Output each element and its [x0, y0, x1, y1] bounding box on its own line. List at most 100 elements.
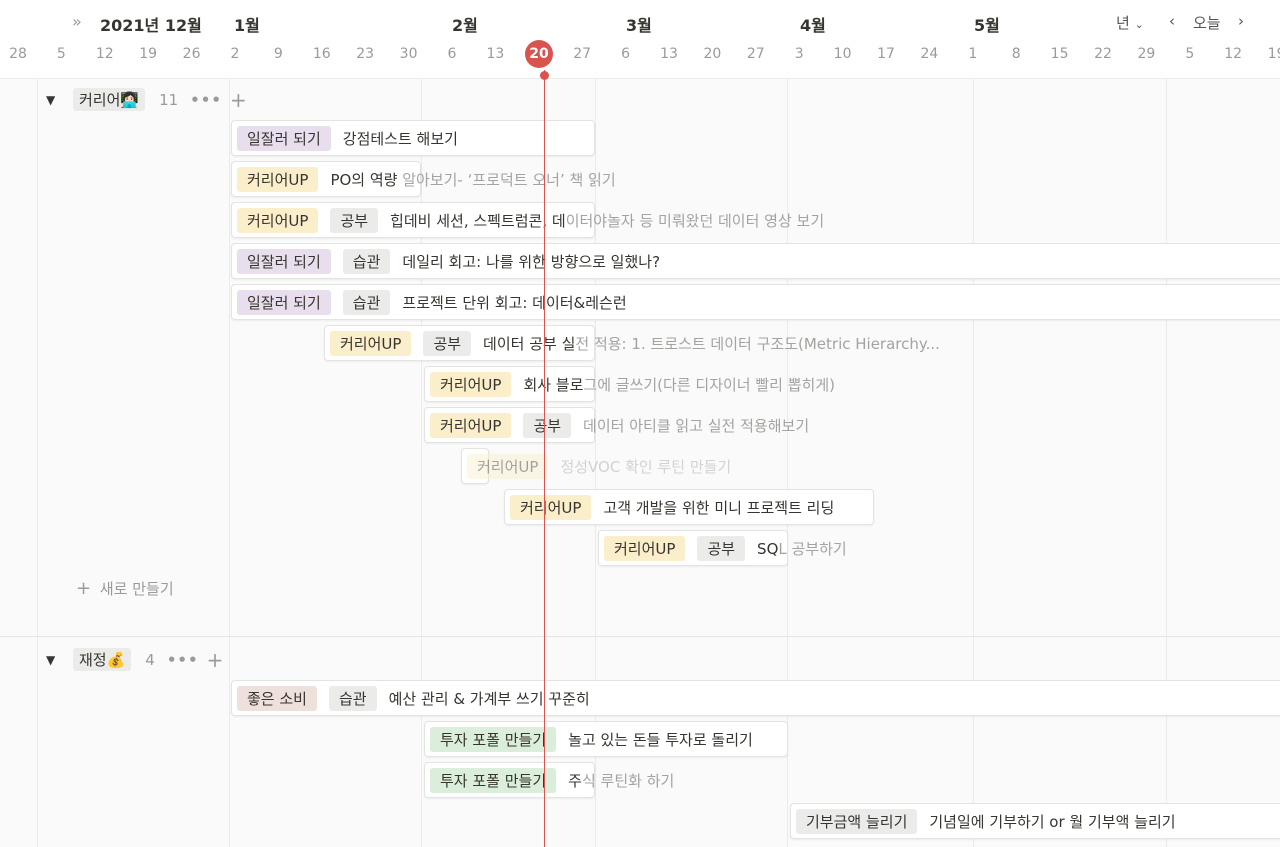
item-title: 예산 관리 & 가계부 쓰기 꾸준히 — [388, 689, 590, 708]
item-title: 기념일에 기부하기 or 월 기부액 늘리기 — [929, 812, 1176, 831]
day-label: 9 — [273, 46, 283, 62]
today-dot — [540, 71, 549, 80]
view-select[interactable]: 년 ⌄ — [1116, 12, 1144, 33]
item-title: 데이터 공부 실전 적용: 1. 트로스트 데이터 구조도(Metric Hie… — [483, 334, 940, 353]
day-label: 5 — [1185, 46, 1195, 62]
item-title: 놀고 있는 돈들 투자로 돌리기 — [568, 730, 753, 749]
timeline-item[interactable]: 기부금액 늘리기 기념일에 기부하기 or 월 기부액 늘리기 — [790, 803, 1280, 839]
chevron-left-icon[interactable]: ‹ — [1169, 12, 1175, 30]
item-title: 주식 루틴화 하기 — [568, 771, 675, 790]
day-label: 3 — [794, 46, 804, 62]
day-label: 30 — [399, 46, 418, 62]
item-title: 힙데비 세션, 스펙트럼콘, 데이터야놀자 등 미뤄왔던 데이터 영상 보기 — [390, 211, 825, 230]
timeline-item[interactable]: 투자 포폴 만들기 놀고 있는 돈들 투자로 돌리기 — [424, 721, 788, 757]
group-header-finance: ▼ 재정💰 4 ••• + — [46, 648, 223, 671]
day-label: 10 — [833, 46, 852, 62]
day-label: 6 — [447, 46, 457, 62]
item-title: SQL 공부하기 — [757, 539, 847, 558]
day-label: 29 — [1137, 46, 1156, 62]
item-title-overflow: 데이터 아티클 읽고 실전 적용해보기 — [583, 416, 810, 435]
day-label: 26 — [182, 46, 201, 62]
more-icon[interactable]: ••• — [167, 651, 199, 669]
month-label: 2021년 12월 — [100, 16, 202, 35]
item-tag: 커리어UP — [237, 166, 319, 192]
month-label: 3월 — [626, 16, 652, 35]
grid-line — [229, 78, 230, 847]
day-label: 17 — [877, 46, 895, 62]
day-label: 15 — [1050, 46, 1069, 62]
timeline-item[interactable]: 커리어UP 공부 데이터 공부 실전 적용: 1. 트로스트 데이터 구조도(Met… — [324, 325, 940, 361]
day-label: 27 — [573, 46, 592, 62]
timeline-item[interactable]: 일잘러 되기 습관 프로젝트 단위 회고: 데이터&레슨런 — [231, 284, 1280, 320]
item-tag: 커리어UP — [430, 412, 512, 438]
group-name: 재정💰 — [73, 648, 132, 671]
item-tag: 커리어UP — [467, 453, 549, 479]
month-label: 1월 — [234, 16, 260, 35]
item-tag: 투자 포폴 만들기 — [430, 726, 557, 752]
day-label: 5 — [56, 46, 66, 62]
day-label: 1 — [968, 46, 978, 62]
item-tag: 일잘러 되기 — [237, 125, 331, 151]
timeline-item[interactable]: 일잘러 되기 강점테스트 해보기 — [231, 120, 595, 156]
item-tag: 공부 — [423, 330, 472, 356]
day-label: 12 — [1224, 46, 1243, 62]
timeline-item[interactable]: 커리어UP 공부 SQL 공부하기 — [598, 530, 847, 566]
item-title: 데일리 회고: 나를 위한 방향으로 일했나? — [402, 252, 661, 271]
item-title: 데이터 아티클 읽고 실전 적용해보기 — [583, 415, 809, 436]
item-tag: 커리어UP — [330, 330, 412, 356]
group-name: 커리어👩🏻‍💻 — [73, 88, 146, 111]
month-label: 2월 — [452, 16, 478, 35]
item-tag: 습관 — [342, 289, 391, 315]
item-title-overflow: L 공부하기 — [778, 539, 847, 558]
new-item-label: 새로 만들기 — [99, 580, 174, 598]
day-label: 13 — [486, 46, 505, 62]
item-title: 고객 개발을 위한 미니 프로젝트 리딩 — [603, 498, 835, 517]
chevron-right-icon[interactable]: › — [1238, 12, 1244, 30]
item-tag: 좋은 소비 — [237, 685, 317, 711]
group-count: 11 — [159, 90, 179, 109]
item-tag: 커리어UP — [510, 494, 592, 520]
today-marker: 20 — [525, 40, 553, 68]
add-icon[interactable]: + — [207, 650, 224, 670]
item-tag: 기부금액 늘리기 — [796, 808, 918, 834]
toggle-icon[interactable]: ▼ — [46, 93, 66, 107]
timeline-item[interactable]: 커리어UP 고객 개발을 위한 미니 프로젝트 리딩 — [504, 489, 874, 525]
day-label: 19 — [1267, 46, 1280, 62]
grid-line — [973, 78, 974, 847]
item-title: 회사 블로그에 글쓰기(다른 디자이너 빨리 뽑히게) — [523, 375, 835, 394]
timeline-item[interactable]: 커리어UP 회사 블로그에 글쓰기(다른 디자이너 빨리 뽑히게) — [424, 366, 835, 402]
item-title-overflow: 전 적용: 1. 트로스트 데이터 구조도(Metric Hierarchy..… — [575, 334, 940, 353]
plus-icon: + — [76, 578, 92, 599]
new-item-button[interactable]: + 새로 만들기 — [76, 578, 174, 599]
item-title-overflow: 정성VOC 확인 루틴 만들기 — [560, 457, 732, 476]
day-label: 16 — [312, 46, 331, 62]
item-title: 강점테스트 해보기 — [342, 129, 458, 148]
toggle-icon[interactable]: ▼ — [46, 653, 66, 667]
more-icon[interactable]: ••• — [190, 91, 222, 109]
day-label: 8 — [1011, 46, 1021, 62]
day-label: 13 — [660, 46, 678, 62]
timeline-item[interactable]: 커리어UP 공부 힙데비 세션, 스펙트럼콘, 데이터야놀자 등 미뤄왔던 데이터 … — [231, 202, 824, 238]
item-tag: 습관 — [342, 248, 391, 274]
day-label: 12 — [95, 46, 114, 62]
timeline-item[interactable]: 좋은 소비 습관 예산 관리 & 가계부 쓰기 꾸준히 — [231, 680, 1280, 716]
day-label: 6 — [621, 46, 631, 62]
timeline-item[interactable]: 일잘러 되기 습관 데일리 회고: 나를 위한 방향으로 일했나? — [231, 243, 1280, 279]
timeline-item[interactable]: 커리어UP 공부 데이터 아티클 읽고 실전 적용해보기 — [424, 407, 809, 443]
timeline-item[interactable]: 커리어UP PO의 역량 알아보기- ‘프로덕트 오너’ 책 읽기 — [231, 161, 616, 197]
item-title-overflow: 그에 글쓰기(다른 디자이너 빨리 뽑히게) — [583, 375, 835, 394]
item-title-overflow: 이터야놀자 등 미뤄왔던 데이터 영상 보기 — [565, 211, 825, 230]
timeline-item[interactable]: 투자 포폴 만들기 주식 루틴화 하기 — [424, 762, 674, 798]
day-label: 23 — [356, 46, 375, 62]
item-title: 정성VOC 확인 루틴 만들기 — [560, 456, 731, 477]
day-label: 28 — [9, 46, 27, 62]
item-tag: 공부 — [697, 535, 746, 561]
item-tag: 커리어UP — [237, 207, 319, 233]
day-label: 19 — [139, 46, 158, 62]
day-label: 2 — [230, 46, 240, 62]
today-button[interactable]: 오늘 — [1193, 12, 1221, 33]
timeline-item[interactable]: 커리어UP 정성VOC 확인 루틴 만들기 — [461, 448, 731, 484]
chevron-down-icon: ⌄ — [1134, 18, 1144, 31]
add-icon[interactable]: + — [230, 90, 247, 110]
expand-icon[interactable]: » — [72, 12, 82, 31]
